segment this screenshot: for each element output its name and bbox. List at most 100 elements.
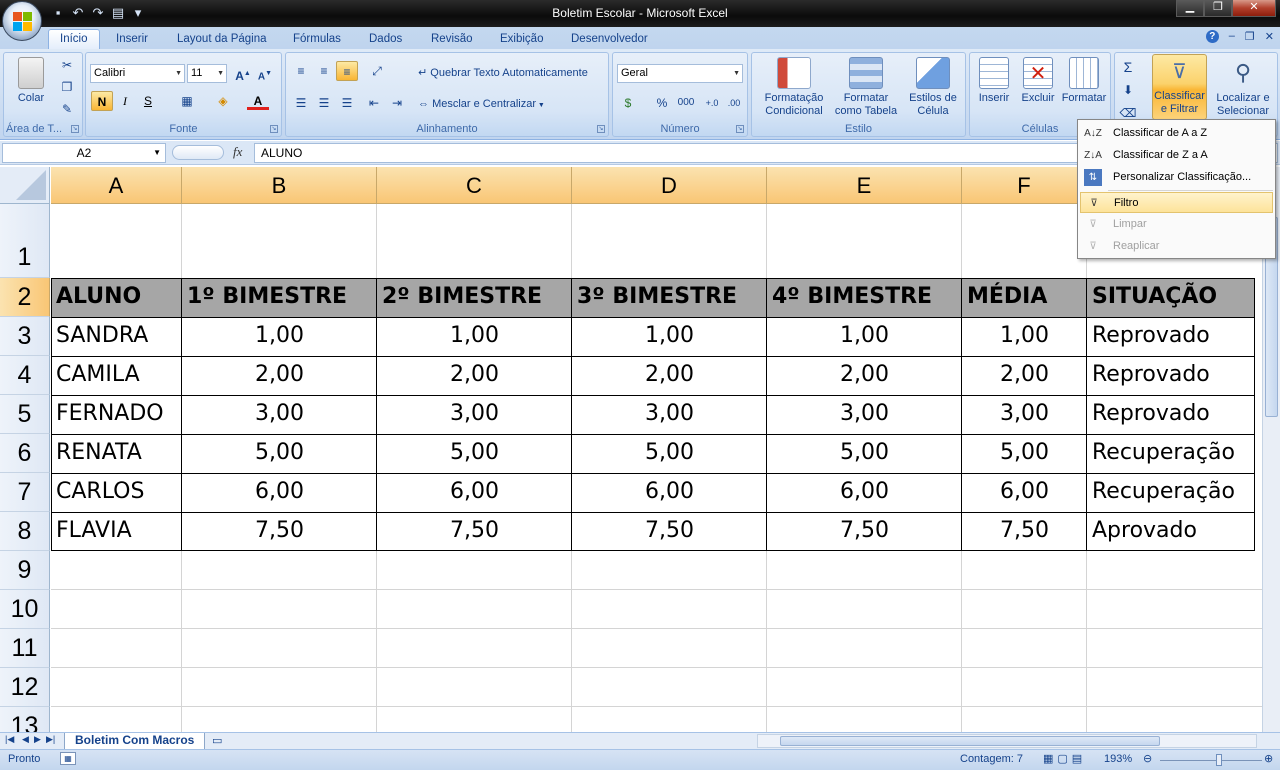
tab-formulas[interactable]: Fórmulas xyxy=(293,31,341,49)
cell-a5[interactable]: FERNADO xyxy=(56,395,180,433)
cell-a2[interactable]: ALUNO xyxy=(56,278,180,316)
restore-button[interactable]: ❐ xyxy=(1204,0,1232,17)
cell-b5[interactable]: 3,00 xyxy=(182,395,377,433)
cell-b2[interactable]: 1º BIMESTRE xyxy=(187,278,375,316)
worksheet-grid[interactable]: A B C D E F 1 2 3 4 5 6 7 8 9 10 11 12 1… xyxy=(0,167,1262,733)
row-header-3[interactable]: 3 xyxy=(0,317,50,356)
cell-g3[interactable]: Reprovado xyxy=(1092,317,1254,355)
thousands-button[interactable]: 000 xyxy=(675,93,697,113)
cell-f7[interactable]: 6,00 xyxy=(962,473,1087,511)
cell-a3[interactable]: SANDRA xyxy=(56,317,180,355)
cell-a6[interactable]: RENATA xyxy=(56,434,180,472)
column-header-a[interactable]: A xyxy=(51,167,182,204)
format-cells-button[interactable]: Formatar xyxy=(1060,57,1108,105)
row-header-8[interactable]: 8 xyxy=(0,512,50,551)
italic-button[interactable]: I xyxy=(114,91,136,111)
cell-a8[interactable]: FLAVIA xyxy=(56,512,180,550)
zoom-out-icon[interactable]: ⊖ xyxy=(1143,752,1152,765)
grow-font-icon[interactable]: A▲ xyxy=(232,64,254,84)
cell-b3[interactable]: 1,00 xyxy=(182,317,377,355)
cell-b8[interactable]: 7,50 xyxy=(182,512,377,550)
cell-f2[interactable]: MÉDIA xyxy=(967,278,1085,316)
cell-c8[interactable]: 7,50 xyxy=(377,512,572,550)
help-icon[interactable]: ? xyxy=(1205,30,1219,43)
percent-button[interactable]: % xyxy=(651,93,673,113)
first-sheet-icon[interactable]: |◀ xyxy=(5,734,14,745)
align-bottom-icon[interactable]: ≡ xyxy=(336,61,358,81)
cell-e4[interactable]: 2,00 xyxy=(767,356,962,394)
doc-restore-button[interactable]: ❐ xyxy=(1245,30,1255,43)
minimize-button[interactable]: ▁ xyxy=(1176,0,1204,17)
cell-b6[interactable]: 5,00 xyxy=(182,434,377,472)
cell-g6[interactable]: Recuperação xyxy=(1092,434,1254,472)
cell-f6[interactable]: 5,00 xyxy=(962,434,1087,472)
doc-close-button[interactable]: ✕ xyxy=(1265,30,1274,43)
wrap-text-button[interactable]: ↵ Quebrar Texto Automaticamente xyxy=(418,66,588,79)
menu-item-filter[interactable]: ⊽ Filtro xyxy=(1080,192,1273,213)
orientation-icon[interactable]: ⤢ xyxy=(366,61,388,81)
row-header-11[interactable]: 11 xyxy=(0,629,50,668)
decrease-indent-icon[interactable]: ⇤ xyxy=(363,93,385,113)
conditional-formatting-button[interactable]: Formatação Condicional xyxy=(756,57,832,118)
row-header-4[interactable]: 4 xyxy=(0,356,50,395)
row-header-13[interactable]: 13 xyxy=(0,707,50,733)
number-launcher-icon[interactable]: ↘ xyxy=(736,125,744,133)
align-middle-icon[interactable]: ≡ xyxy=(313,61,335,81)
row-header-1[interactable]: 1 xyxy=(0,204,50,278)
prev-sheet-icon[interactable]: ◀ xyxy=(22,734,29,745)
font-color-button[interactable]: A xyxy=(247,91,269,110)
office-button[interactable] xyxy=(2,1,42,41)
zoom-slider[interactable] xyxy=(1160,760,1262,761)
cut-icon[interactable]: ✂ xyxy=(56,55,78,75)
cell-f4[interactable]: 2,00 xyxy=(962,356,1087,394)
insert-sheet-icon[interactable]: ▭ xyxy=(212,734,222,747)
font-launcher-icon[interactable]: ↘ xyxy=(270,125,278,133)
cell-c4[interactable]: 2,00 xyxy=(377,356,572,394)
menu-item-clear[interactable]: ⊽ Limpar xyxy=(1080,214,1273,235)
row-header-5[interactable]: 5 xyxy=(0,395,50,434)
menu-item-custom-sort[interactable]: ⇅ Personalizar Classificação... xyxy=(1080,167,1273,188)
currency-icon[interactable]: $ xyxy=(617,93,639,113)
column-header-d[interactable]: D xyxy=(572,167,767,204)
tab-inicio[interactable]: Início xyxy=(48,29,100,50)
tab-dados[interactable]: Dados xyxy=(369,31,402,49)
name-box[interactable]: A2 ▼ xyxy=(2,143,166,163)
next-sheet-icon[interactable]: ▶ xyxy=(34,734,41,745)
tab-desenvolvedor[interactable]: Desenvolvedor xyxy=(571,31,648,49)
cell-d4[interactable]: 2,00 xyxy=(572,356,767,394)
column-header-c[interactable]: C xyxy=(377,167,572,204)
cell-d2[interactable]: 3º BIMESTRE xyxy=(577,278,765,316)
insert-function-icon[interactable]: fx xyxy=(233,144,242,160)
cell-c3[interactable]: 1,00 xyxy=(377,317,572,355)
cell-c7[interactable]: 6,00 xyxy=(377,473,572,511)
cell-f3[interactable]: 1,00 xyxy=(962,317,1087,355)
cell-g5[interactable]: Reprovado xyxy=(1092,395,1254,433)
cell-g8[interactable]: Aprovado xyxy=(1092,512,1254,550)
row-header-2[interactable]: 2 xyxy=(0,278,50,317)
macro-record-icon[interactable]: ▦ xyxy=(60,752,76,765)
cell-g2[interactable]: SITUAÇÃO xyxy=(1092,278,1254,316)
cell-e2[interactable]: 4º BIMESTRE xyxy=(772,278,960,316)
row-header-7[interactable]: 7 xyxy=(0,473,50,512)
autosum-button[interactable]: Σ xyxy=(1117,57,1139,77)
row-header-12[interactable]: 12 xyxy=(0,668,50,707)
cell-c6[interactable]: 5,00 xyxy=(377,434,572,472)
menu-item-sort-za[interactable]: Z↓A Classificar de Z a A xyxy=(1080,145,1273,166)
font-name-combo[interactable]: Calibri ▼ xyxy=(90,64,185,83)
align-right-icon[interactable]: ☰ xyxy=(336,93,358,113)
cell-c2[interactable]: 2º BIMESTRE xyxy=(382,278,570,316)
bold-button[interactable]: N xyxy=(91,91,113,111)
font-size-combo[interactable]: 11 ▼ xyxy=(187,64,227,83)
select-all-button[interactable] xyxy=(0,167,50,204)
cell-e7[interactable]: 6,00 xyxy=(767,473,962,511)
row-header-9[interactable]: 9 xyxy=(0,551,50,590)
merge-center-button[interactable]: ⇔ Mesclar e Centralizar ▼ xyxy=(418,98,545,110)
cell-f5[interactable]: 3,00 xyxy=(962,395,1087,433)
close-button[interactable]: ✕ xyxy=(1232,0,1276,17)
menu-item-sort-az[interactable]: A↓Z Classificar de A a Z xyxy=(1080,123,1273,144)
last-sheet-icon[interactable]: ▶| xyxy=(46,734,55,745)
clipboard-launcher-icon[interactable]: ↘ xyxy=(71,125,79,133)
underline-button[interactable]: S xyxy=(137,91,159,111)
cell-styles-button[interactable]: Estilos de Célula xyxy=(902,57,964,118)
tab-inserir[interactable]: Inserir xyxy=(116,31,148,49)
